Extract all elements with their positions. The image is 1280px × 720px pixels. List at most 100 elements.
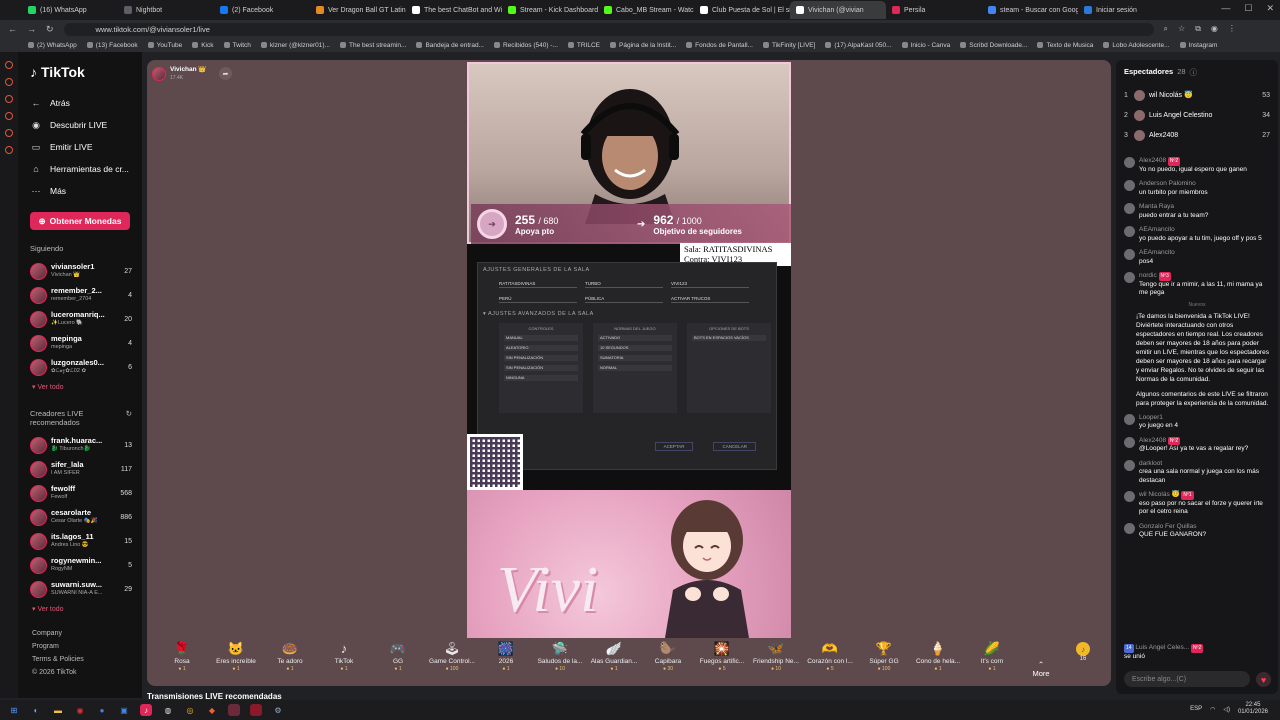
browser-tab[interactable]: (2) Facebook xyxy=(214,1,310,19)
gift-item[interactable]: 🪽 Alas Guardian... ● 1 xyxy=(587,636,641,684)
app-icon[interactable] xyxy=(250,704,262,716)
option-select[interactable]: NINGUNA xyxy=(504,375,578,381)
chat-username[interactable]: darkloot xyxy=(1139,460,1162,467)
accept-button[interactable]: ACEPTAR xyxy=(654,442,694,451)
creator-row[interactable]: cesarolarte Cesar Olarte 🎭🎉 886 xyxy=(30,505,132,529)
app-icon[interactable]: ▣ xyxy=(118,704,130,716)
tiktok-logo[interactable]: ♪ TikTok xyxy=(30,64,132,80)
see-all-recommended[interactable]: ▾ Ver todo xyxy=(32,605,132,613)
creator-row[interactable]: viviansoler1 Vivichan 👑 27 xyxy=(30,259,132,283)
steam-icon[interactable]: ⚙ xyxy=(272,704,284,716)
browser-tab[interactable]: The best ChatBot and Wi xyxy=(406,1,502,19)
bookmark-item[interactable]: (17) AlpaKast 050... xyxy=(825,42,892,49)
option-select[interactable]: MANUAL xyxy=(504,335,578,341)
creator-row[interactable]: rogynewmin... RogyNM 5 xyxy=(30,553,132,577)
option-select[interactable]: NORMAL xyxy=(598,365,672,371)
app-icon[interactable]: ◍ xyxy=(162,704,174,716)
app-icon[interactable]: ◐ xyxy=(30,704,42,716)
bookmark-item[interactable]: Inicio - Canva xyxy=(901,42,950,49)
rail-icon[interactable] xyxy=(5,78,13,86)
gift-item[interactable]: 🫶 Corazón con l... ● 5 xyxy=(803,636,857,684)
gift-item[interactable]: 🎇 Fuegos artific... ● 5 xyxy=(695,636,749,684)
bookmark-item[interactable]: Kick xyxy=(192,42,214,49)
see-all-following[interactable]: ▾ Ver todo xyxy=(32,383,132,391)
settings-field[interactable]: PERÚ xyxy=(499,296,577,303)
share-button[interactable]: ➦ xyxy=(219,67,232,80)
more-gifts-button[interactable]: ⌃ More xyxy=(1019,636,1063,684)
avatar[interactable] xyxy=(1124,226,1135,237)
bookmark-item[interactable]: YouTube xyxy=(147,42,182,49)
app-icon[interactable] xyxy=(228,704,240,716)
sidebar-nav-item[interactable]: ⌂ Herramientas de cr... xyxy=(30,158,132,180)
chat-input[interactable]: Escribe algo...(C) xyxy=(1124,671,1250,687)
chat-username[interactable]: Alex2408 xyxy=(1139,437,1166,444)
creator-row[interactable]: suwarni.suw... SUWARNI NIA-A E... 29 xyxy=(30,577,132,601)
bookmark-item[interactable]: Recibidos (540) -... xyxy=(493,42,558,49)
option-select[interactable]: SUMATORIA xyxy=(598,355,672,361)
zoom-icon[interactable]: ⌕ xyxy=(1164,24,1168,34)
gift-item[interactable]: 🎮 GG ● 1 xyxy=(371,636,425,684)
avatar[interactable] xyxy=(1124,413,1135,425)
minimize-icon[interactable]: — xyxy=(1221,3,1230,14)
creator-row[interactable]: its.lagos_11 Andres Lino 😎 15 xyxy=(30,529,132,553)
gift-item[interactable]: 🍩 Te adoro ● 1 xyxy=(263,636,317,684)
clock[interactable]: 22:45 01/01/2026 xyxy=(1238,702,1268,716)
option-select[interactable]: ALEATORIO xyxy=(504,345,578,351)
top-viewer-row[interactable]: 1 wil Nicolás 😇 53 xyxy=(1116,85,1278,105)
bookmark-item[interactable]: Twitch xyxy=(223,42,251,49)
start-icon[interactable]: ⊞ xyxy=(8,704,20,716)
browser-tab[interactable]: Cabo_MB Stream - Watch xyxy=(598,1,694,19)
bookmark-item[interactable]: klzner (@klzner01)... xyxy=(260,42,330,49)
cancel-button[interactable]: CANCELAR xyxy=(713,442,756,451)
chat-username[interactable]: AEAmancito xyxy=(1139,249,1175,256)
profile-icon[interactable]: ◉ xyxy=(1211,24,1218,34)
gift-item[interactable]: 🦫 Capibara ● 30 xyxy=(641,636,695,684)
bookmark-star-icon[interactable]: ☆ xyxy=(1178,24,1185,34)
bookmark-item[interactable]: Fondos de Pantall... xyxy=(686,42,753,49)
back-button[interactable]: ← Atrás xyxy=(30,92,132,114)
option-select[interactable]: 10 SEGUNDOS xyxy=(598,345,672,351)
browser-tab[interactable]: steam - Buscar con Goog xyxy=(982,1,1078,19)
coin-balance-button[interactable]: ♪ 16 xyxy=(1063,636,1103,684)
chat-username[interactable]: AEAmancito xyxy=(1139,226,1175,233)
creator-row[interactable]: sifer_lala I AM SIFER 117 xyxy=(30,457,132,481)
gift-item[interactable]: 🛸 Saludos de la... ● 10 xyxy=(533,636,587,684)
avatar[interactable] xyxy=(1124,272,1135,283)
creator-row[interactable]: luceromanriq... ✨Lucero 🐘 20 xyxy=(30,307,132,331)
folder-icon[interactable]: ▬ xyxy=(52,704,64,716)
creator-row[interactable]: remember_2... remember_2704 4 xyxy=(30,283,132,307)
browser-tab[interactable]: Nightbot xyxy=(118,1,214,19)
browser-tab[interactable]: Iniciar sesión xyxy=(1078,1,1174,19)
chat-username[interactable]: wil Nicolás 😇 xyxy=(1139,491,1180,498)
brave-icon[interactable]: ◆ xyxy=(206,704,218,716)
avatar[interactable] xyxy=(1124,522,1135,534)
forward-icon[interactable]: → xyxy=(27,24,36,34)
top-viewer-row[interactable]: 3 Alex2408 27 xyxy=(1116,125,1278,145)
option-select[interactable]: BOTS EN ESPACIOS VACÍOS xyxy=(692,335,766,341)
browser-tab[interactable]: Club Puesta de Sol | El si xyxy=(694,1,790,19)
bookmark-item[interactable]: TRILCE xyxy=(567,42,600,49)
chat-username[interactable]: Gonzalo Fer Quillas xyxy=(1139,523,1196,530)
bookmark-item[interactable]: TikFinity [LIVE] xyxy=(762,42,815,49)
browser-tab[interactable]: Persila xyxy=(886,1,982,19)
bookmark-item[interactable]: Scribd Downloade... xyxy=(960,42,1027,49)
browser-tab[interactable]: Vivichan (@vivian xyxy=(790,1,886,19)
sidebar-nav-item[interactable]: ⋯ Más xyxy=(30,180,132,202)
avatar[interactable] xyxy=(1124,203,1135,214)
bookmark-item[interactable]: Instagram xyxy=(1179,42,1217,49)
browser-tab[interactable]: (16) WhatsApp xyxy=(22,1,118,19)
app-icon[interactable]: ◉ xyxy=(74,704,86,716)
gift-item[interactable]: 🌽 It's corn ● 1 xyxy=(965,636,1019,684)
chat-username[interactable]: Alex2408 xyxy=(1139,157,1166,164)
browser-tab[interactable]: Stream - Kick Dashboard xyxy=(502,1,598,19)
bookmark-item[interactable]: (13) Facebook xyxy=(86,42,138,49)
avatar[interactable] xyxy=(1124,157,1135,168)
footer-link[interactable]: Company xyxy=(32,627,132,640)
sidebar-nav-item[interactable]: ▭ Emitir LIVE xyxy=(30,136,132,158)
lang-indicator[interactable]: ESP xyxy=(1190,706,1202,712)
menu-icon[interactable]: ⋮ xyxy=(1228,24,1236,34)
gift-item[interactable]: 🕹 Game Control... ● 100 xyxy=(425,636,479,684)
bookmark-item[interactable]: The best streamin... xyxy=(339,42,406,49)
bookmark-item[interactable]: Lobo Adolescente... xyxy=(1103,42,1170,49)
avatar[interactable] xyxy=(1124,249,1135,260)
